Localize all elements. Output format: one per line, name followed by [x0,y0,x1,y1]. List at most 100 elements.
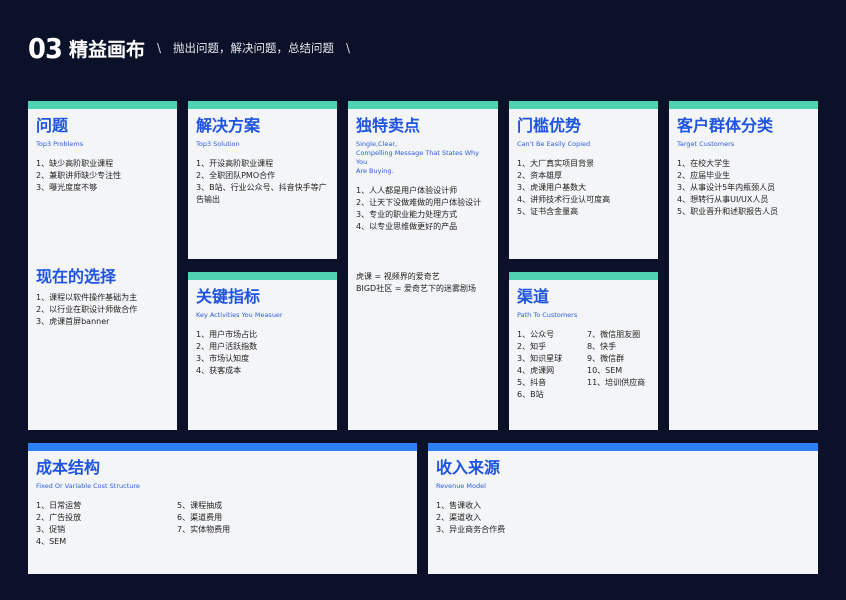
card-accent-bar [428,443,818,451]
list-item: 1、在校大学生 [677,159,731,168]
card-title: 关键指标 [196,287,261,306]
list-item: 4、获客成本 [196,366,242,375]
list-item: 5、证书含金量高 [517,207,579,216]
card-accent-bar [188,101,337,109]
list-item: 3、知识星球 [517,354,563,363]
list-item: 4、SEM [36,537,67,546]
list-item: 7、实体物费用 [177,525,231,534]
list-item: 1、课程以软件操作基础为主 [36,293,138,302]
revenue-list: 1、售课收入 2、渠道收入 3、异业商务合作费 [436,500,810,536]
uvp-list: 1、人人都是用户体验设计师 2、让天下没做难做的用户体验设计 3、专业的职业能力… [356,185,490,233]
list-item: 4、讲师技术行业认可度高 [517,195,611,204]
list-item: 1、公众号 [517,330,555,339]
channels-list-right: 7、微信朋友圈 8、快手 9、微信群 10、SEM 11、培训供应商 [587,329,645,401]
card-title: 渠道 [517,287,550,306]
note-line: BIGD社区 = 爱奇艺下的迷雾剧场 [356,284,476,293]
list-item: 9、微信群 [587,354,625,363]
alternatives-list: 1、课程以软件操作基础为主 2、以行业在职设计师做合作 3、虎课首屏banner [36,292,137,328]
cost-columns: 1、日常运营 2、广告投放 3、促销 4、SEM 5、课程抽成 6、渠道费用 7… [36,491,409,548]
card-key-metrics: 关键指标 Key Activities You Measuer 1、用户市场占比… [188,272,337,430]
card-subtitle: Single,Clear, Compelling Message That St… [356,140,490,176]
list-item: 4、想转行从事UI/UX人员 [677,195,769,204]
list-item: 1、大厂真实项目背景 [517,159,595,168]
list-item: 1、日常运营 [36,501,82,510]
channels-list-left: 1、公众号 2、知乎 3、知识星球 4、虎课网 5、抖音 6、B站 [517,329,587,401]
card-subtitle: Top3 Problems [36,140,84,148]
list-item: 2、全职团队PMO合作 [196,171,276,180]
list-item: 1、售课收入 [436,501,482,510]
card-accent-bar [28,101,177,109]
list-item: 3、曝光度度不够 [36,183,98,192]
list-item: 3、从事设计5年内瓶颈人员 [677,183,776,192]
list-item: 1、缺少高阶职业课程 [36,159,114,168]
list-item: 1、开设高阶职业课程 [196,159,274,168]
alternatives-section: 现在的选择 1、课程以软件操作基础为主 2、以行业在职设计师做合作 3、虎课首屏… [36,266,137,328]
channels-columns: 1、公众号 2、知乎 3、知识星球 4、虎课网 5、抖音 6、B站 7、微信朋友… [517,320,650,401]
list-item: 1、用户市场占比 [196,330,258,339]
card-accent-bar [509,272,658,280]
card-subtitle: Target Customers [677,140,735,148]
card-subtitle: Path To Customers [517,311,578,319]
card-title: 客户群体分类 [677,116,774,135]
list-item: 4、以专业思维做更好的产品 [356,222,458,231]
list-item: 6、渠道费用 [177,513,223,522]
card-subtitle: Can't Be Easily Copied [517,140,591,148]
card-accent-bar [28,443,417,451]
card-subtitle: Revenue Model [436,482,486,490]
list-item: 4、虎课网 [517,366,555,375]
page-header: 03 精益画布 \ 抛出问题，解决问题，总结问题 \ [28,30,362,66]
card-accent-bar [669,101,818,109]
divider-slash: \ [346,41,351,55]
card-title: 问题 [36,116,69,135]
card-unfair-advantage: 门槛优势 Can't Be Easily Copied 1、大厂真实项目背景 2… [509,101,658,259]
card-revenue-streams: 收入来源 Revenue Model 1、售课收入 2、渠道收入 3、异业商务合… [428,443,818,574]
card-title: 现在的选择 [36,267,117,286]
section-number: 03 [28,31,63,65]
list-item: 6、B站 [517,390,544,399]
list-item: 7、微信朋友圈 [587,330,641,339]
uvp-notes: 虎课 = 视频界的爱奇艺 BIGD社区 = 爱奇艺下的迷雾剧场 [356,271,476,295]
card-accent-bar [348,101,498,109]
card-unique-value: 独特卖点 Single,Clear, Compelling Message Th… [348,101,498,430]
list-item: 3、促销 [36,525,66,534]
list-item: 2、用户活跃指数 [196,342,258,351]
list-item: 2、知乎 [517,342,547,351]
cost-list-right: 5、课程抽成 6、渠道费用 7、实体物费用 [177,500,230,548]
card-subtitle: Fixed Or Variable Cost Structure [36,482,140,490]
card-accent-bar [188,272,337,280]
subtitle-line: Compelling Message That States Why You [356,149,479,166]
card-subtitle: Top3 Solution [196,140,240,148]
list-item: 3、异业商务合作费 [436,525,506,534]
card-customer-segments: 客户群体分类 Target Customers 1、在校大学生 2、应届毕业生 … [669,101,818,430]
card-cost-structure: 成本结构 Fixed Or Variable Cost Structure 1、… [28,443,417,574]
card-subtitle: Key Activities You Measuer [196,311,283,319]
list-item: 5、职业晋升和述职报告人员 [677,207,779,216]
list-item: 5、课程抽成 [177,501,223,510]
list-item: 1、人人都是用户体验设计师 [356,186,458,195]
list-item: 3、市场认知度 [196,354,250,363]
list-item: 3、B站、行业公众号、抖音快手等广 [196,183,327,192]
metrics-list: 1、用户市场占比 2、用户活跃指数 3、市场认知度 4、获客成本 [196,329,329,377]
card-title: 独特卖点 [356,116,421,135]
card-solution: 解决方案 Top3 Solution 1、开设高阶职业课程 2、全职团队PMO合… [188,101,337,259]
list-item: 告输出 [196,195,220,204]
page-subtitle: 抛出问题，解决问题，总结问题 [173,41,335,55]
list-item: 2、兼职讲师缺少专注性 [36,171,122,180]
problem-list: 1、缺少高阶职业课程 2、兼职讲师缺少专注性 3、曝光度度不够 [36,158,169,194]
card-accent-bar [509,101,658,109]
subtitle-line: Are Buying. [356,167,394,175]
list-item: 2、渠道收入 [436,513,482,522]
cost-list-left: 1、日常运营 2、广告投放 3、促销 4、SEM [36,500,177,548]
list-item: 8、快手 [587,342,617,351]
note-line: 虎课 = 视频界的爱奇艺 [356,272,440,281]
page-title: 精益画布 [68,38,145,61]
list-item: 2、以行业在职设计师做合作 [36,305,138,314]
divider-slash: \ [156,41,162,55]
list-item: 2、广告投放 [36,513,82,522]
card-title: 解决方案 [196,116,261,135]
list-item: 3、虎课用户基数大 [517,183,587,192]
solution-list: 1、开设高阶职业课程 2、全职团队PMO合作 3、B站、行业公众号、抖音快手等广… [196,158,329,206]
list-item: 2、应届毕业生 [677,171,731,180]
list-item: 5、抖音 [517,378,547,387]
subtitle-line: Single,Clear, [356,140,398,148]
